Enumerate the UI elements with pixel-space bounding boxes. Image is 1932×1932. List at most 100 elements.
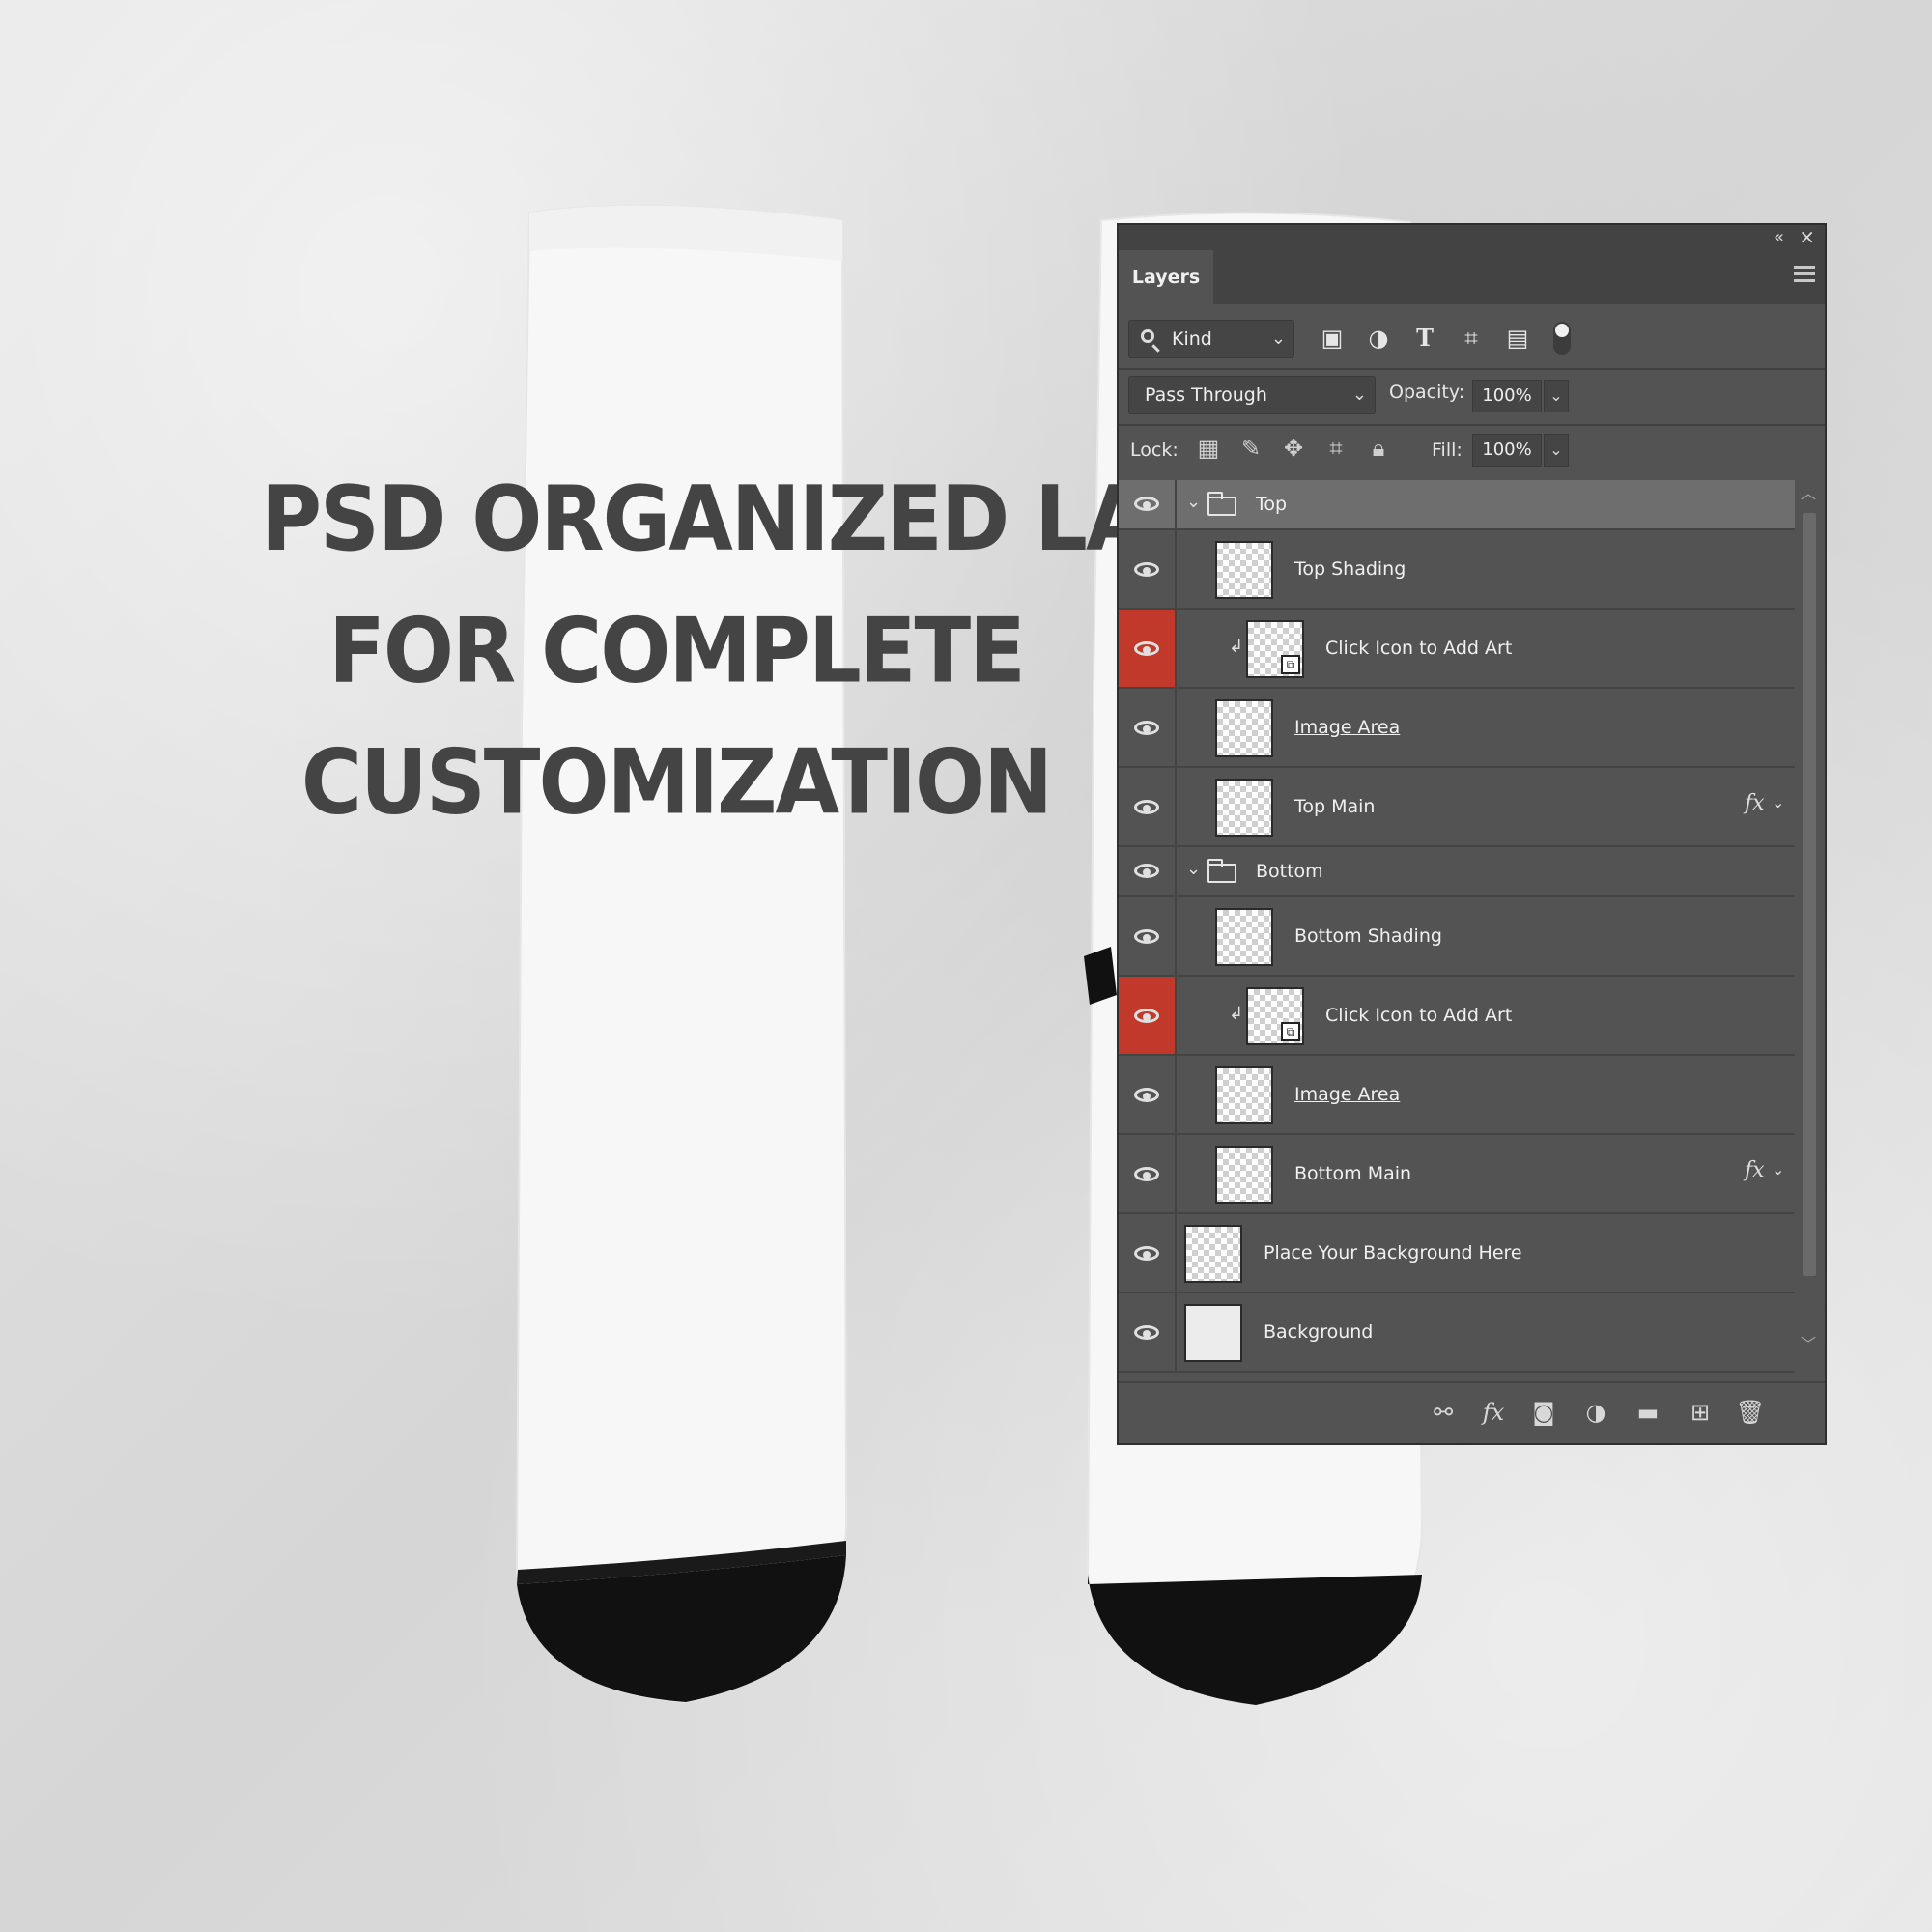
layers-bottom-bar: ⚯ fx ◙ ◑ ▬ ⊞ 🗑︎ xyxy=(1119,1381,1825,1443)
visibility-cell xyxy=(1119,530,1177,608)
scroll-thumb[interactable] xyxy=(1803,513,1816,1276)
fill-label: Fill: xyxy=(1432,440,1463,461)
new-adjustment-icon[interactable]: ◑ xyxy=(1580,1397,1611,1428)
lock-position-icon[interactable]: ✥ xyxy=(1279,434,1308,463)
layer-bottom-main[interactable]: Bottom Main fx ⌄ xyxy=(1119,1135,1795,1214)
layer-place-background[interactable]: Place Your Background Here xyxy=(1119,1214,1795,1293)
chevron-down-icon[interactable]: ⌄ xyxy=(1772,1160,1784,1179)
lock-artboard-icon[interactable]: ⌗ xyxy=(1321,434,1350,463)
layer-name: Click Icon to Add Art xyxy=(1325,638,1513,659)
smart-object-thumbnail[interactable]: ⧉ xyxy=(1246,620,1304,678)
visibility-cell xyxy=(1119,1135,1177,1212)
new-group-icon[interactable]: ▬ xyxy=(1633,1397,1663,1428)
layer-name: Click Icon to Add Art xyxy=(1325,1005,1513,1026)
opacity-field[interactable]: 100% xyxy=(1472,380,1542,412)
filter-kind-select[interactable]: Kind ⌄ xyxy=(1128,320,1294,358)
filter-row: Kind ⌄ ▣ ◑ T ⌗ ▤ xyxy=(1119,312,1825,370)
fill-dropdown[interactable]: ⌄ xyxy=(1544,434,1569,467)
tab-layers[interactable]: Layers xyxy=(1119,250,1213,304)
panel-menu-icon[interactable] xyxy=(1794,266,1815,285)
filter-toggle[interactable] xyxy=(1553,322,1571,355)
layer-bottom-shading[interactable]: Bottom Shading xyxy=(1119,897,1795,977)
type-filter-icon[interactable]: T xyxy=(1410,324,1439,353)
chevron-down-icon[interactable]: ⌄ xyxy=(1186,859,1201,879)
eye-icon[interactable] xyxy=(1134,1325,1159,1340)
close-icon[interactable]: × xyxy=(1799,225,1815,248)
eye-icon[interactable] xyxy=(1134,497,1159,511)
layer-smart-object-top[interactable]: ↲ ⧉ Click Icon to Add Art xyxy=(1119,610,1795,689)
layer-image-area-top[interactable]: Image Area xyxy=(1119,689,1795,768)
layer-thumbnail xyxy=(1215,699,1273,757)
smart-object-icon: ⧉ xyxy=(1281,1022,1300,1041)
opacity-dropdown[interactable]: ⌄ xyxy=(1544,380,1569,412)
layer-thumbnail xyxy=(1215,779,1273,837)
panel-title-bar[interactable]: « × xyxy=(1119,225,1825,250)
layer-name: Top Main xyxy=(1294,796,1376,817)
collapse-icon[interactable]: « xyxy=(1774,227,1784,247)
headline-line-2: For Complete xyxy=(328,599,1026,703)
eye-icon[interactable] xyxy=(1134,562,1159,577)
eye-icon[interactable] xyxy=(1134,1009,1159,1023)
layer-group-bottom[interactable]: ⌄ Bottom xyxy=(1119,847,1795,897)
layer-name: Bottom Shading xyxy=(1294,925,1442,947)
clipping-arrow-icon: ↲ xyxy=(1229,637,1244,657)
clipping-arrow-icon: ↲ xyxy=(1229,1004,1244,1024)
eye-icon[interactable] xyxy=(1134,1167,1159,1181)
layer-top-main[interactable]: Top Main fx ⌄ xyxy=(1119,768,1795,847)
visibility-cell xyxy=(1119,689,1177,766)
chevron-down-icon[interactable]: ⌄ xyxy=(1772,793,1784,811)
visibility-cell xyxy=(1119,610,1177,687)
eye-icon[interactable] xyxy=(1134,864,1159,878)
layer-name: Place Your Background Here xyxy=(1264,1242,1522,1264)
fx-icon[interactable]: fx xyxy=(1745,1158,1765,1182)
layer-name: Image Area xyxy=(1294,717,1401,738)
fx-icon[interactable]: fx xyxy=(1478,1397,1509,1428)
delete-layer-icon[interactable]: 🗑︎ xyxy=(1735,1397,1766,1428)
left-sock xyxy=(515,204,848,1704)
shape-filter-icon[interactable]: ⌗ xyxy=(1457,324,1486,353)
image-filter-icon[interactable]: ▣ xyxy=(1318,324,1347,353)
mask-icon[interactable]: ◙ xyxy=(1528,1397,1559,1428)
panel-tab-bar: Layers xyxy=(1119,250,1825,304)
eye-icon[interactable] xyxy=(1134,641,1159,656)
visibility-cell xyxy=(1119,480,1177,528)
smart-object-filter-icon[interactable]: ▤ xyxy=(1503,324,1532,353)
blend-mode-select[interactable]: Pass Through ⌄ xyxy=(1128,376,1376,414)
layers-scrollbar[interactable]: ︿ ﹀ xyxy=(1795,480,1824,1354)
layer-name: Background xyxy=(1264,1321,1374,1343)
layer-smart-object-bottom[interactable]: ↲ ⧉ Click Icon to Add Art xyxy=(1119,977,1795,1056)
lock-paint-icon[interactable]: ✎ xyxy=(1236,434,1265,463)
layer-top-shading[interactable]: Top Shading xyxy=(1119,530,1795,610)
layer-thumbnail xyxy=(1215,541,1273,599)
eye-icon[interactable] xyxy=(1134,1088,1159,1102)
adjustment-filter-icon[interactable]: ◑ xyxy=(1364,324,1393,353)
eye-icon[interactable] xyxy=(1134,800,1159,814)
layer-thumbnail xyxy=(1184,1304,1242,1362)
fill-field[interactable]: 100% xyxy=(1472,434,1542,467)
lock-all-icon[interactable]: 🔒︎ xyxy=(1364,434,1393,463)
new-layer-icon[interactable]: ⊞ xyxy=(1685,1397,1716,1428)
layer-thumbnail xyxy=(1184,1225,1242,1283)
layer-name: Top xyxy=(1256,494,1288,515)
smart-object-thumbnail[interactable]: ⧉ xyxy=(1246,987,1304,1045)
blend-mode-label: Pass Through xyxy=(1145,384,1267,406)
filter-kind-label: Kind xyxy=(1172,328,1212,350)
scroll-up-icon[interactable]: ︿ xyxy=(1801,480,1816,503)
layer-thumbnail xyxy=(1215,1146,1273,1204)
visibility-cell xyxy=(1119,897,1177,975)
layer-name: Bottom Main xyxy=(1294,1163,1412,1184)
eye-icon[interactable] xyxy=(1134,929,1159,944)
lock-transparency-icon[interactable]: ▦ xyxy=(1194,434,1223,463)
scroll-down-icon[interactable]: ﹀ xyxy=(1801,1331,1816,1354)
chevron-down-icon: ⌄ xyxy=(1351,384,1367,405)
eye-icon[interactable] xyxy=(1134,721,1159,735)
link-layers-icon[interactable]: ⚯ xyxy=(1428,1397,1459,1428)
layer-group-top[interactable]: ⌄ Top xyxy=(1119,480,1795,530)
chevron-down-icon[interactable]: ⌄ xyxy=(1186,492,1201,512)
layer-background[interactable]: Background xyxy=(1119,1293,1795,1373)
layer-image-area-bottom[interactable]: Image Area xyxy=(1119,1056,1795,1135)
eye-icon[interactable] xyxy=(1134,1246,1159,1261)
headline-line-3: Customization xyxy=(300,730,1053,836)
blend-row: Pass Through ⌄ Opacity: 100% ⌄ xyxy=(1119,370,1825,424)
fx-icon[interactable]: fx xyxy=(1745,791,1765,815)
